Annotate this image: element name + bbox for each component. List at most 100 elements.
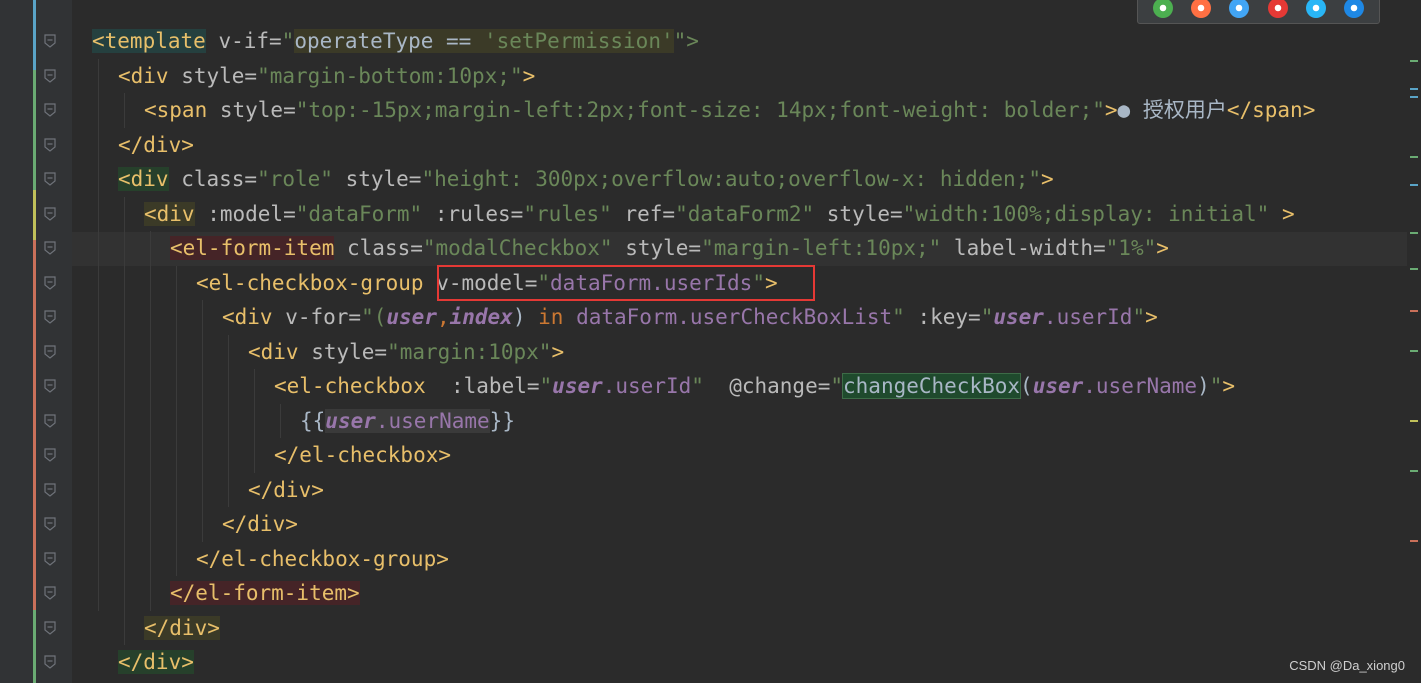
code-token: "margin-bottom:10px;" — [257, 63, 523, 88]
code-line[interactable]: <div style="margin-bottom:10px;"> — [118, 59, 535, 93]
code-line[interactable]: </div> — [118, 128, 194, 162]
fold-marker-icon[interactable] — [44, 241, 56, 255]
code-token: "role" — [257, 167, 333, 191]
code-token: user — [386, 305, 437, 329]
firefox-icon[interactable] — [1191, 0, 1212, 18]
code-line[interactable]: </div> — [118, 645, 194, 679]
fold-marker-icon[interactable] — [44, 103, 56, 117]
scrollbar-marker — [1410, 184, 1418, 186]
code-token: style= — [298, 339, 388, 364]
ie-icon[interactable] — [1305, 0, 1326, 18]
code-token: v-if= — [205, 29, 282, 53]
code-token: "modalCheckbox" — [422, 236, 613, 260]
code-token: "> — [673, 29, 699, 53]
scrollbar-marker — [1410, 350, 1418, 352]
code-token: <el-checkbox-group — [196, 270, 424, 295]
code-token: <el-form-item — [170, 236, 335, 260]
fold-marker-icon[interactable] — [44, 482, 56, 497]
code-token: style= — [814, 201, 903, 226]
code-token: .userId — [1043, 305, 1133, 329]
scrollbar-marker — [1410, 88, 1418, 90]
fold-marker-icon[interactable] — [44, 34, 56, 48]
fold-marker-icon[interactable] — [44, 68, 56, 83]
fold-marker-icon[interactable] — [44, 413, 56, 428]
fold-marker-icon[interactable] — [44, 655, 56, 669]
safari-icon[interactable] — [1229, 0, 1250, 18]
opera-icon[interactable] — [1267, 0, 1288, 18]
code-token: " — [892, 305, 905, 329]
code-token: " — [830, 374, 844, 398]
code-token: " — [1209, 374, 1223, 398]
code-line[interactable]: <el-checkbox :label="user.userId" @chang… — [274, 369, 1235, 403]
code-token: </div> — [222, 512, 298, 536]
code-token: "width:100%;display: initial" — [902, 201, 1270, 226]
edge-icon[interactable] — [1343, 0, 1364, 18]
code-token: operateType == — [294, 29, 484, 53]
chrome-icon[interactable] — [1153, 0, 1174, 18]
fold-marker-icon[interactable] — [44, 517, 56, 531]
code-line[interactable]: {{user.userName}} — [300, 404, 515, 438]
code-token: "( — [361, 305, 387, 329]
code-token: <div — [144, 201, 195, 226]
code-token: "dataForm2" — [675, 201, 815, 226]
code-token: </div> — [118, 650, 194, 674]
code-line[interactable]: </div> — [222, 507, 298, 541]
indent-guide — [176, 265, 177, 576]
code-token: user — [325, 408, 376, 433]
vcs-change-marker — [33, 190, 36, 240]
code-token: v-for= — [272, 305, 362, 329]
code-token: <span — [144, 98, 208, 122]
watermark: CSDN @Da_xiong0 — [1289, 658, 1405, 673]
fold-marker-icon[interactable] — [44, 586, 56, 600]
code-token: </div> — [118, 132, 194, 157]
indent-guide — [150, 231, 151, 611]
code-token: style= — [612, 236, 702, 260]
fold-marker-icon[interactable] — [44, 344, 56, 359]
code-token: <div — [118, 63, 169, 88]
editor-scrollbar[interactable] — [1407, 0, 1421, 683]
code-token: ( — [1020, 374, 1033, 398]
code-token: <el-checkbox — [274, 374, 426, 398]
code-token: user — [1032, 374, 1084, 398]
code-line[interactable]: <div :model="dataForm" :rules="rules" re… — [144, 197, 1295, 231]
code-token: > — [1040, 167, 1054, 191]
indent-guide — [228, 334, 229, 507]
code-line[interactable]: <div v-for="(user,index) in dataForm.use… — [222, 300, 1158, 334]
scrollbar-marker — [1410, 268, 1418, 270]
code-token: <div — [222, 305, 273, 329]
code-token: </div> — [248, 477, 324, 502]
fold-marker-icon[interactable] — [44, 172, 56, 186]
fold-marker-icon[interactable] — [44, 620, 56, 635]
code-line[interactable]: </div> — [144, 611, 220, 645]
annotation-highlight-box — [437, 265, 815, 301]
code-line[interactable]: </el-form-item> — [170, 576, 360, 610]
fold-marker-icon[interactable] — [44, 206, 56, 221]
code-token: @change= — [703, 374, 831, 398]
code-line[interactable]: </el-checkbox-group> — [196, 542, 449, 576]
fold-marker-icon[interactable] — [44, 448, 56, 462]
code-token: > — [1145, 305, 1158, 329]
code-line[interactable]: <el-form-item class="modalCheckbox" styl… — [170, 231, 1169, 265]
code-line[interactable]: <div style="margin:10px"> — [248, 335, 564, 369]
code-token: " — [691, 374, 704, 398]
code-line[interactable]: </div> — [248, 473, 324, 507]
scrollbar-marker — [1410, 310, 1418, 312]
fold-marker-icon[interactable] — [44, 551, 56, 566]
fold-marker-icon[interactable] — [44, 137, 56, 152]
code-token: </span> — [1226, 98, 1316, 122]
code-line[interactable]: <span style="top:-15px;margin-left:2px;f… — [144, 93, 1315, 127]
code-line[interactable]: </el-checkbox> — [274, 438, 451, 472]
code-line[interactable]: <div class="role" style="height: 300px;o… — [118, 162, 1054, 196]
code-token: :key= — [904, 305, 981, 329]
code-token: style= — [332, 167, 422, 191]
indent-guide — [254, 369, 255, 473]
fold-marker-icon[interactable] — [44, 275, 56, 290]
code-token: <div — [248, 339, 299, 364]
code-token: .userName — [1083, 374, 1198, 398]
scrollbar-marker — [1410, 60, 1418, 62]
fold-marker-icon[interactable] — [44, 310, 56, 324]
indent-guide — [124, 196, 125, 645]
fold-marker-icon[interactable] — [44, 379, 56, 393]
code-editor[interactable]: <template v-if="operateType == 'setPermi… — [72, 0, 1421, 683]
code-line[interactable]: <template v-if="operateType == 'setPermi… — [92, 24, 699, 58]
